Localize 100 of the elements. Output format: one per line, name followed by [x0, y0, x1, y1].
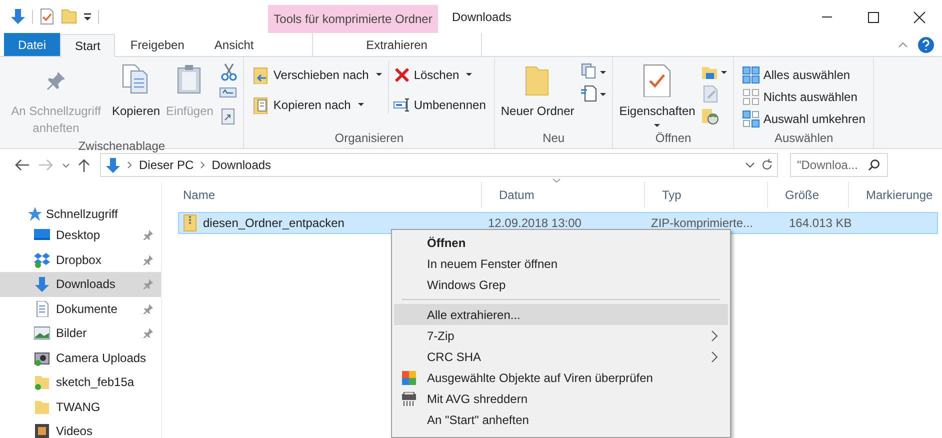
- ribbon-button[interactable]: Verschieben nach: [252, 65, 382, 84]
- menu-item[interactable]: An "Start" anheften: [394, 409, 728, 430]
- context-tab-group-title: Tools für komprimierte Ordner: [268, 5, 438, 33]
- file-name: diesen_Ordner_entpacken: [203, 215, 344, 232]
- sidebar-label: Bilder: [56, 325, 87, 342]
- menu-item[interactable]: Ausgewählte Objekte auf Viren überprüfen: [394, 367, 728, 388]
- ribbon-group-label: Zwischenablage: [77, 138, 166, 154]
- sidebar-item[interactable]: Videos: [0, 419, 161, 438]
- folder-arrow-icon: [252, 66, 270, 84]
- sidebar-label: Downloads: [56, 276, 116, 294]
- ribbon-icon-button[interactable]: [580, 63, 606, 81]
- address-bar[interactable]: Dieser PC Downloads: [100, 153, 778, 177]
- breadcrumb-item[interactable]: Dieser PC: [139, 156, 194, 174]
- ribbon-tab[interactable]: Start: [60, 34, 116, 57]
- folder-icon: [34, 374, 50, 390]
- checkmark-document-icon[interactable]: [39, 8, 55, 25]
- sidebar-item[interactable]: Dokumente: [0, 296, 161, 321]
- ribbon-button[interactable]: Umbenennen: [392, 95, 486, 114]
- table-cell-text: 164.013 KB: [789, 215, 852, 232]
- dropbox-icon: [34, 252, 50, 268]
- ribbon-icon-button[interactable]: [219, 107, 238, 125]
- caret-icon: [654, 124, 660, 127]
- ribbon-button[interactable]: Kopieren nach: [252, 95, 382, 114]
- menu-item-label: Ausgewählte Objekte auf Viren überprüfen: [427, 370, 653, 386]
- menu-item[interactable]: Öffnen: [394, 232, 728, 253]
- ribbon-tab[interactable]: Freigeben: [115, 33, 200, 56]
- folder-icon: [34, 398, 50, 415]
- ribbon-button[interactable]: Nichts auswählen: [742, 87, 866, 106]
- menu-item[interactable]: In neuem Fenster öffnen: [394, 253, 728, 274]
- sidebar-label: TWANG: [56, 398, 100, 416]
- chevron-up-icon[interactable]: [898, 42, 908, 48]
- sidebar-item[interactable]: Bilder: [0, 321, 161, 346]
- ribbon-button[interactable]: Kopieren: [110, 61, 162, 120]
- shredder-icon: [401, 392, 417, 406]
- help-icon[interactable]: [918, 36, 934, 52]
- up-arrow-icon[interactable]: [76, 157, 92, 173]
- grid-icon: [742, 110, 760, 128]
- ribbon-button[interactable]: Neuer Ordner: [498, 61, 576, 120]
- menu-item[interactable]: Alle extrahieren...: [394, 304, 728, 325]
- menu-item-label: CRC SHA: [427, 348, 482, 366]
- sidebar-item[interactable]: sketch_feb15a: [0, 370, 161, 394]
- ribbon-button[interactable]: Eigenschaften: [617, 61, 698, 127]
- ribbon-button[interactable]: Auswahl umkehren: [742, 109, 866, 128]
- dropdown-icon[interactable]: [83, 12, 92, 20]
- sidebar-header[interactable]: Schnellzugriff: [0, 205, 161, 223]
- sidebar-label: Videos: [56, 423, 92, 438]
- menu-item[interactable]: Windows Grep: [394, 274, 728, 295]
- camera-icon: [34, 350, 50, 366]
- menu-item-label: Öffnen: [427, 234, 466, 252]
- ribbon-icon-button[interactable]: [580, 85, 606, 103]
- caret-icon: [376, 73, 382, 76]
- sidebar-label: Dropbox: [56, 252, 102, 269]
- caret-icon: [466, 73, 472, 76]
- column-header[interactable]: Name: [166, 182, 482, 208]
- ribbon-icon-button[interactable]: [219, 63, 238, 81]
- ribbon-tab[interactable]: Ansicht: [199, 33, 269, 56]
- table-cell-text: 12.09.2018 13:00: [488, 215, 582, 232]
- column-header[interactable]: Typ: [645, 182, 768, 208]
- document-icon: [34, 300, 50, 317]
- caret-icon: [600, 70, 606, 74]
- ribbon-group-label: Öffnen: [654, 130, 692, 146]
- ribbon-group-label: Auswählen: [774, 130, 834, 146]
- picture-icon: [34, 325, 50, 342]
- star-icon: [28, 207, 42, 221]
- ribbon-tab[interactable]: Datei: [4, 33, 60, 56]
- chevron-right-icon: [711, 350, 718, 362]
- sidebar-item[interactable]: Dropbox: [0, 248, 161, 272]
- chevron-right-icon: [200, 161, 206, 169]
- sidebar-item[interactable]: Downloads: [0, 272, 161, 296]
- ribbon-group-label: Organisieren: [334, 130, 404, 146]
- sidebar-label: sketch_feb15a: [56, 374, 134, 392]
- sidebar-item[interactable]: Desktop: [0, 223, 161, 248]
- ribbon-button[interactable]: Alles auswählen: [742, 65, 866, 84]
- chevron-right-icon: [711, 330, 718, 342]
- breadcrumb-item[interactable]: Downloads: [212, 156, 272, 174]
- sidebar-item[interactable]: TWANG: [0, 394, 161, 419]
- column-header[interactable]: Größe: [768, 182, 849, 208]
- column-header[interactable]: Datum: [482, 182, 645, 208]
- ribbon-group-label: Neu: [542, 130, 566, 146]
- menu-item[interactable]: CRC SHA: [394, 346, 728, 367]
- grid-icon: [742, 66, 760, 84]
- refresh-icon[interactable]: [761, 158, 773, 172]
- caret-icon: [358, 103, 364, 106]
- colorful-squares-icon: [402, 370, 416, 384]
- ribbon-button[interactable]: Löschen: [392, 65, 486, 84]
- file-row[interactable]: diesen_Ordner_entpacken 12.09.2018 13:00 ZIP-komprimierte... 164.013 KB: [178, 212, 938, 234]
- arrow-icon[interactable]: [10, 8, 26, 25]
- menu-item-label: 7-Zip: [427, 328, 454, 344]
- delete-icon: [392, 66, 411, 84]
- checkmark-document-icon: [641, 63, 674, 97]
- column-header[interactable]: Markierunge: [849, 182, 933, 208]
- grid-icon: [742, 88, 760, 106]
- menu-item-label: Windows Grep: [427, 276, 506, 294]
- arrow-icon: [105, 156, 121, 174]
- caret-icon: [721, 70, 728, 74]
- chevron-right-icon: [127, 161, 133, 169]
- menu-item[interactable]: 7-Zip: [394, 325, 728, 346]
- search-field[interactable]: "Downloa...: [790, 153, 888, 177]
- menu-item[interactable]: Mit AVG shreddern: [394, 388, 728, 409]
- sidebar-item[interactable]: Camera Uploads: [0, 346, 161, 370]
